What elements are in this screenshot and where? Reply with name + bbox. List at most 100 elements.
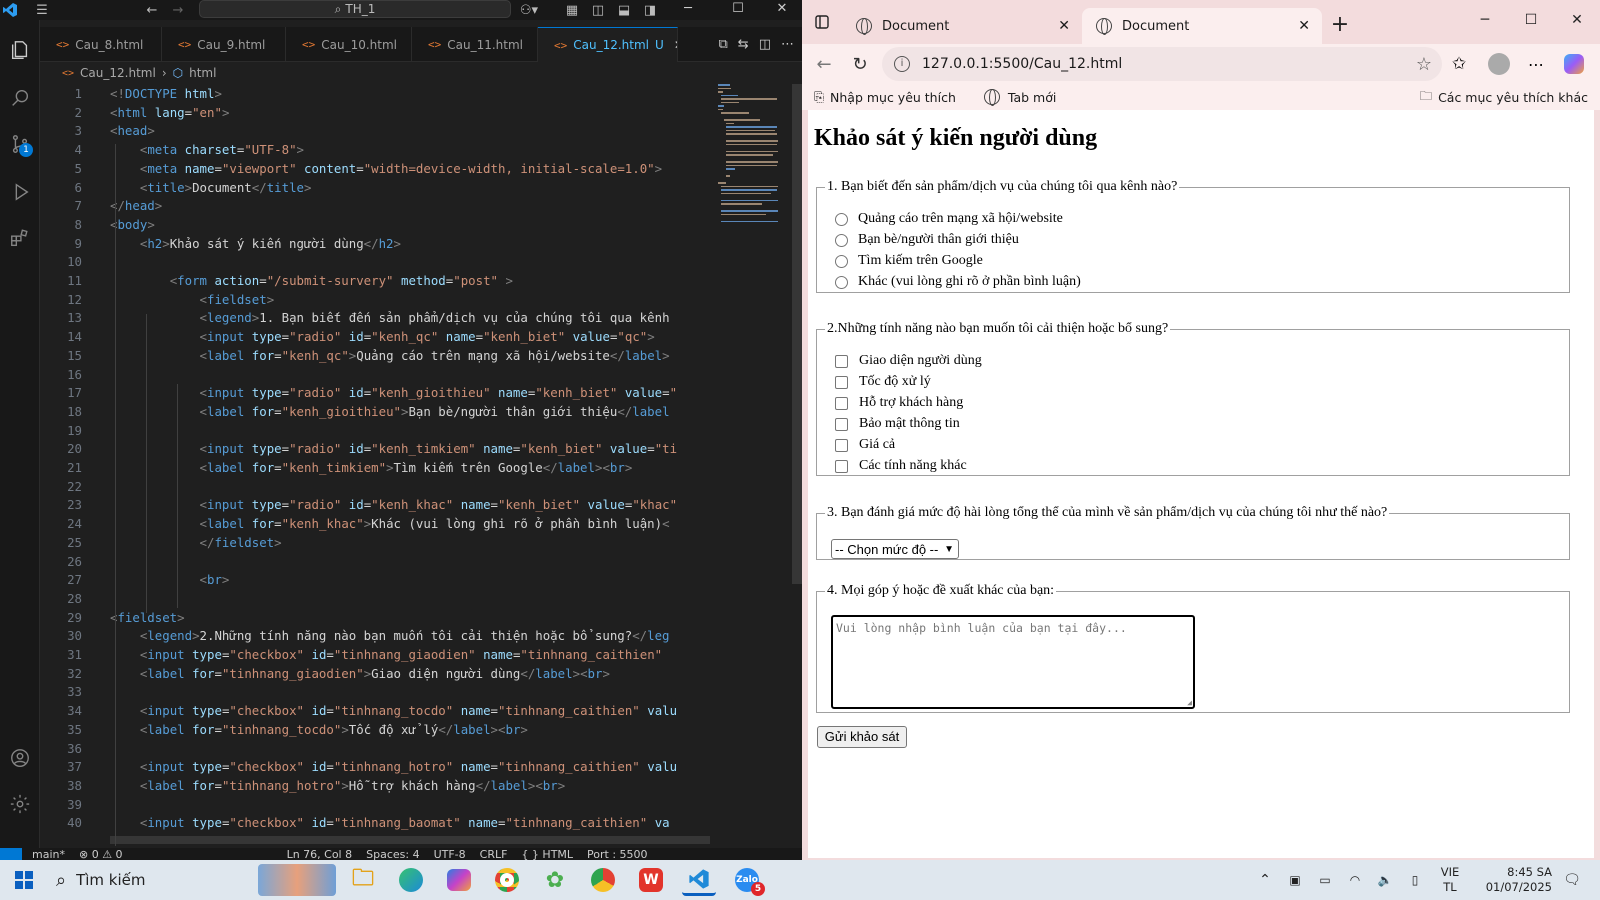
option-label[interactable]: Giao diện người dùng: [859, 353, 982, 369]
code-line[interactable]: 39: [40, 795, 710, 814]
code-line[interactable]: 18 <label for="kenh_gioithieu">Bạn bè/ng…: [40, 402, 710, 421]
tab-actions-icon[interactable]: [802, 0, 842, 44]
checkbox[interactable]: [835, 396, 848, 410]
breadcrumb-file[interactable]: Cau_12.html: [80, 66, 156, 80]
code-line[interactable]: 35 <label for="tinhnang_tocdo">Tốc độ xử…: [40, 720, 710, 739]
other-favorites[interactable]: 🗀 Các mục yêu thích khác: [1420, 87, 1588, 108]
toggle-panel-icon[interactable]: ⬓: [612, 3, 636, 18]
run-debug-icon[interactable]: [0, 174, 40, 210]
news-widget-icon[interactable]: [258, 864, 336, 896]
option-label[interactable]: Các tính năng khác: [859, 458, 967, 474]
radio-button[interactable]: [835, 212, 848, 226]
menu-icon[interactable]: ☰: [30, 3, 54, 18]
copilot-icon[interactable]: ⚇▾: [514, 3, 544, 18]
close-tab-icon[interactable]: ✕: [674, 38, 677, 52]
radio-button[interactable]: [835, 275, 848, 289]
option-label[interactable]: Tìm kiếm trên Google: [858, 253, 983, 269]
close-tab-icon[interactable]: ✕: [1298, 18, 1310, 34]
option-label[interactable]: Bảo mật thông tin: [859, 416, 960, 432]
toggle-sidebar-icon[interactable]: ◫: [586, 3, 610, 18]
minimize-icon[interactable]: ─: [668, 0, 708, 20]
horizontal-scrollbar[interactable]: [110, 836, 710, 844]
vscode-taskbar-icon[interactable]: [682, 864, 716, 896]
code-line[interactable]: 14 <input type="radio" id="kenh_qc" name…: [40, 327, 710, 346]
code-line[interactable]: 27 <br>: [40, 570, 710, 589]
close-icon[interactable]: ✕: [762, 0, 802, 20]
problems-count[interactable]: ⊗ 0 ⚠ 0: [79, 848, 123, 860]
maximize-icon[interactable]: ☐: [718, 0, 758, 20]
code-line[interactable]: 32 <label for="tinhnang_giaodien">Giao d…: [40, 664, 710, 683]
code-line[interactable]: 36: [40, 739, 710, 758]
edge-icon[interactable]: [394, 864, 428, 896]
code-line[interactable]: 10: [40, 252, 710, 271]
code-line[interactable]: 8 <body>: [40, 215, 710, 234]
site-info-icon[interactable]: i: [894, 56, 910, 72]
wifi-icon[interactable]: ◠: [1340, 873, 1370, 887]
option-label[interactable]: Hỗ trợ khách hàng: [859, 395, 963, 411]
notifications-icon[interactable]: 🗨: [1552, 872, 1592, 888]
code-line[interactable]: 7 </head>: [40, 196, 710, 215]
code-line[interactable]: 33: [40, 682, 710, 701]
git-branch[interactable]: main*: [32, 848, 65, 860]
code-line[interactable]: 29 <fieldset>: [40, 608, 710, 627]
close-tab-icon[interactable]: ✕: [1058, 18, 1070, 34]
option-label[interactable]: Bạn bè/người thân giới thiệu: [858, 232, 1019, 248]
new-tab-icon[interactable]: +: [1322, 8, 1358, 44]
code-line[interactable]: 2 <html lang="en">: [40, 103, 710, 122]
code-line[interactable]: 34 <input type="checkbox" id="tinhnang_t…: [40, 701, 710, 720]
code-line[interactable]: 19: [40, 421, 710, 440]
new-tab-bookmark[interactable]: Tab mới: [983, 89, 1056, 106]
code-line[interactable]: 11 <form action="/submit-survery" method…: [40, 271, 710, 290]
forward-icon[interactable]: →: [166, 3, 190, 18]
import-favorites[interactable]: ⎘ Nhập mục yêu thích: [814, 89, 956, 105]
settings-gear-icon[interactable]: [0, 786, 40, 822]
more-actions-icon[interactable]: ⋯: [781, 37, 794, 52]
code-line[interactable]: 16: [40, 365, 710, 384]
q1-option-google[interactable]: Tìm kiếm trên Google: [835, 251, 983, 271]
breadcrumb-node[interactable]: html: [189, 66, 216, 80]
submit-survey-button[interactable]: Gửi khảo sát: [817, 726, 907, 748]
checkbox[interactable]: [835, 375, 848, 389]
tab-cau-8[interactable]: <> Cau_8.html: [40, 27, 162, 62]
app-tray-icon[interactable]: ▣: [1280, 873, 1310, 887]
volume-icon[interactable]: 🔈: [1370, 873, 1400, 887]
maximize-icon[interactable]: ☐: [1508, 0, 1554, 44]
vertical-scrollbar[interactable]: [792, 84, 802, 584]
accounts-icon[interactable]: [0, 740, 40, 776]
resize-handle-icon[interactable]: ◢: [1187, 698, 1192, 707]
address-bar[interactable]: i 127.0.0.1:5500/Cau_12.html ☆: [882, 47, 1442, 81]
favorites-icon[interactable]: ✩: [1452, 54, 1466, 74]
code-line[interactable]: 23 <input type="radio" id="kenh_khac" na…: [40, 495, 710, 514]
checkbox[interactable]: [835, 438, 848, 452]
code-line[interactable]: 25 </fieldset>: [40, 533, 710, 552]
minimize-icon[interactable]: ─: [1462, 0, 1508, 44]
tab-cau-12[interactable]: <> Cau_12.html U ✕: [538, 27, 678, 62]
code-line[interactable]: 9 <h2>Khảo sát ý kiến người dùng</h2>: [40, 234, 710, 253]
code-line[interactable]: 26: [40, 552, 710, 571]
code-line[interactable]: 15 <label for="kenh_qc">Quảng cáo trên m…: [40, 346, 710, 365]
code-line[interactable]: 40 <input type="checkbox" id="tinhnang_b…: [40, 813, 710, 832]
code-line[interactable]: 6 <title>Document</title>: [40, 178, 710, 197]
back-icon[interactable]: ←: [806, 54, 842, 75]
tab-cau-10[interactable]: <> Cau_10.html: [286, 27, 412, 62]
code-line[interactable]: 1 <!DOCTYPE html>: [40, 84, 710, 103]
file-explorer-icon[interactable]: 🗀: [346, 864, 380, 896]
q1-option-friends[interactable]: Bạn bè/người thân giới thiệu: [835, 230, 1019, 250]
code-editor[interactable]: 1 <!DOCTYPE html> 2 <html lang="en"> 3 <head>…: [40, 84, 710, 846]
refresh-icon[interactable]: ↻: [842, 54, 878, 75]
code-line[interactable]: 31 <input type="checkbox" id="tinhnang_g…: [40, 645, 710, 664]
option-label[interactable]: Khác (vui lòng ghi rõ ở phần bình luận): [858, 274, 1081, 290]
chrome-profile-icon[interactable]: [490, 864, 524, 896]
phone-link-icon[interactable]: ▯: [1400, 873, 1430, 887]
code-line[interactable]: 21 <label for="kenh_timkiem">Tìm kiếm tr…: [40, 458, 710, 477]
back-icon[interactable]: ←: [140, 3, 164, 18]
code-line[interactable]: 12 <fieldset>: [40, 290, 710, 309]
chevron-up-icon[interactable]: ⌃: [1250, 872, 1280, 888]
battery-icon[interactable]: ▭: [1310, 873, 1340, 887]
layout-customize-icon[interactable]: ▦: [560, 3, 584, 18]
code-line[interactable]: 38 <label for="tinhnang_hotro">Hỗ trợ kh…: [40, 776, 710, 795]
option-label[interactable]: Quảng cáo trên mạng xã hội/website: [858, 211, 1063, 227]
q2-option-price[interactable]: Giá cả: [835, 435, 895, 455]
language-mode[interactable]: { } HTML: [521, 848, 573, 860]
q1-option-ads[interactable]: Quảng cáo trên mạng xã hội/website: [835, 209, 1063, 229]
